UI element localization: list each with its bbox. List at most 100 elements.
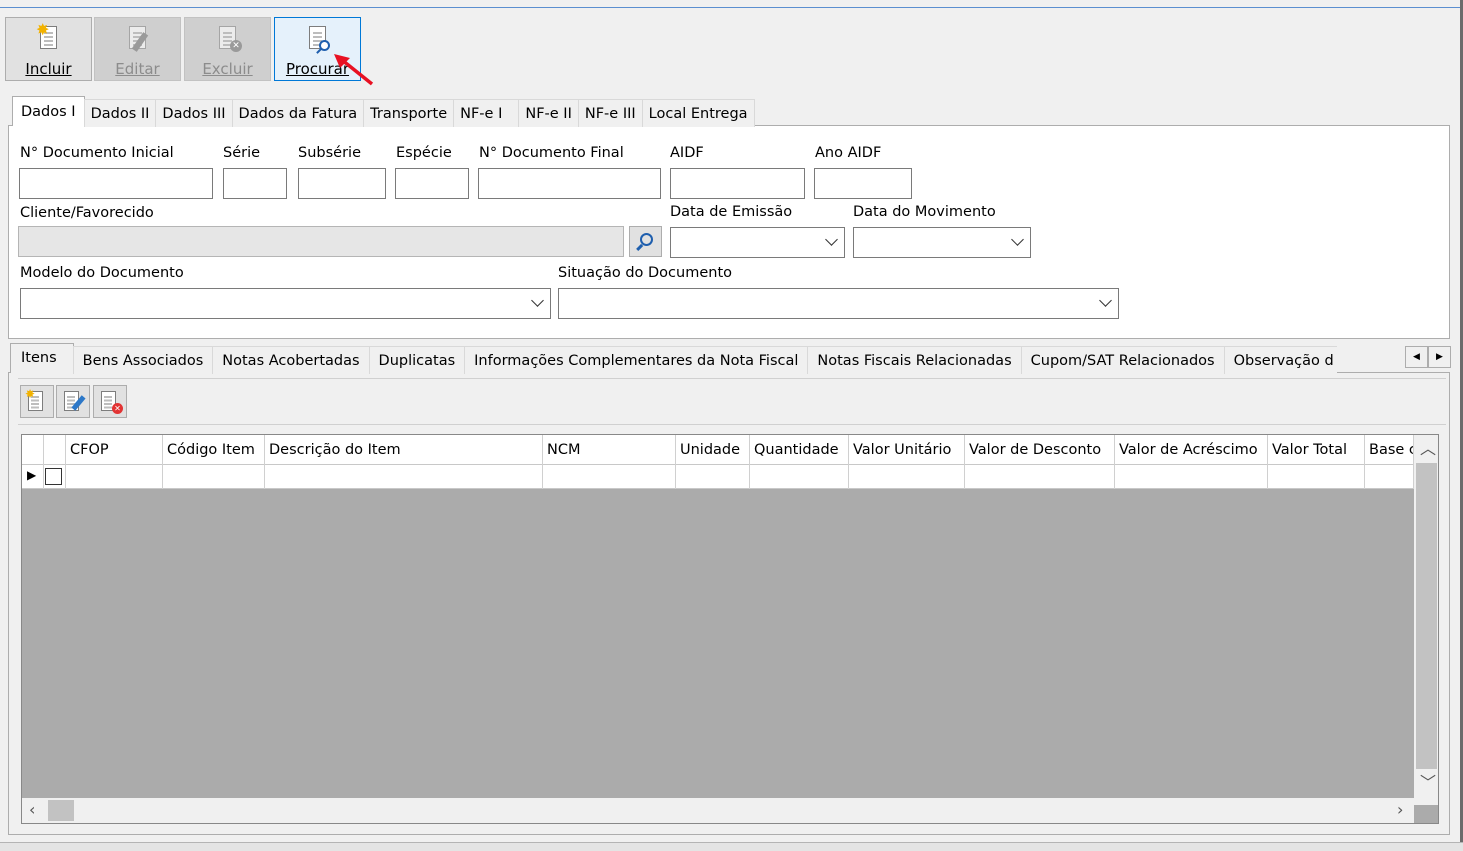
bottom-tabstrip: Itens Bens Associados Notas Acobertadas … (10, 343, 1337, 374)
tab-scroll-right-button[interactable]: ▶ (1428, 346, 1451, 368)
serie-label: Série (223, 145, 261, 161)
col-unidade[interactable]: Unidade (676, 435, 750, 465)
subserie-field[interactable] (298, 168, 386, 199)
tab-informacoes-complementares[interactable]: Informações Complementares da Nota Fisca… (464, 346, 809, 374)
tab-dados-iii[interactable]: Dados III (155, 99, 233, 127)
cliente-search-button[interactable] (629, 226, 662, 257)
scroll-left-icon[interactable]: ‹ (29, 802, 35, 818)
excluir-button[interactable]: ✕ Excluir (184, 17, 271, 81)
cell-base[interactable] (1365, 465, 1414, 489)
especie-field[interactable] (395, 168, 469, 199)
aidf-field[interactable] (670, 168, 805, 199)
tab-notas-acobertadas[interactable]: Notas Acobertadas (212, 346, 370, 374)
col-valor-unitario[interactable]: Valor Unitário (849, 435, 965, 465)
tab-local-entrega[interactable]: Local Entrega (641, 99, 755, 127)
col-valor-acrescimo[interactable]: Valor de Acréscimo (1115, 435, 1268, 465)
tab-scroll-left-button[interactable]: ◀ (1405, 346, 1428, 368)
top-tabstrip: Dados I Dados II Dados III Dados da Fatu… (12, 96, 755, 127)
vertical-scroll-thumb[interactable] (1416, 463, 1437, 769)
cell-descricao-item[interactable] (265, 465, 543, 489)
window-bottom-border (0, 842, 1463, 851)
new-document-icon: ✸ (36, 22, 62, 54)
scroll-up-icon[interactable]: ︿ (1420, 441, 1436, 457)
delete-item-button[interactable]: ✕ (93, 385, 127, 418)
tab-dados-fatura[interactable]: Dados da Fatura (231, 99, 365, 127)
itens-toolbar-separator (18, 378, 1446, 379)
grid-top-separator (18, 424, 1446, 425)
chevron-down-icon (825, 233, 838, 246)
cliente-favorecido-field[interactable] (18, 226, 624, 257)
col-valor-desconto[interactable]: Valor de Desconto (965, 435, 1115, 465)
tab-notas-fiscais-relacionadas[interactable]: Notas Fiscais Relacionadas (807, 346, 1022, 374)
tab-nfe-ii[interactable]: NF-e II (518, 99, 579, 127)
tab-bens-associados[interactable]: Bens Associados (72, 346, 214, 374)
ano-aidf-field[interactable] (814, 168, 912, 199)
current-row-icon: ▶ (27, 468, 37, 482)
chevron-down-icon (1099, 294, 1112, 307)
n-documento-inicial-field[interactable] (19, 168, 213, 199)
cell-valor-total[interactable] (1268, 465, 1365, 489)
col-base[interactable]: Base c (1365, 435, 1414, 465)
tab-itens[interactable]: Itens (10, 343, 74, 373)
cell-cfop[interactable] (66, 465, 163, 489)
row-header-cell (22, 435, 44, 465)
col-ncm[interactable]: NCM (543, 435, 676, 465)
scroll-down-icon[interactable]: ﹀ (1420, 775, 1436, 791)
row-checkbox[interactable] (45, 468, 62, 485)
cell-valor-desconto[interactable] (965, 465, 1115, 489)
tab-observacao[interactable]: Observação d (1223, 346, 1337, 374)
excluir-label: Excluir (202, 60, 253, 78)
modelo-documento-select[interactable] (20, 288, 551, 319)
col-quantidade[interactable]: Quantidade (750, 435, 849, 465)
window-top-border (0, 0, 1463, 8)
scroll-right-icon[interactable]: › (1397, 802, 1403, 818)
data-movimento-picker[interactable] (853, 227, 1031, 258)
subserie-label: Subsérie (298, 145, 361, 161)
ano-aidf-label: Ano AIDF (815, 145, 882, 161)
edit-document-icon (125, 24, 151, 54)
editar-button[interactable]: Editar (94, 17, 181, 81)
modelo-documento-label: Modelo do Documento (20, 265, 184, 281)
tab-scroll-arrows: ◀ ▶ (1405, 346, 1452, 368)
data-emissao-picker[interactable] (670, 227, 845, 258)
cell-codigo-item[interactable] (163, 465, 265, 489)
cell-valor-unitario[interactable] (849, 465, 965, 489)
tab-dados-ii[interactable]: Dados II (83, 99, 157, 127)
editar-label: Editar (115, 60, 160, 78)
incluir-label: Incluir (25, 60, 72, 78)
edit-item-button[interactable] (56, 385, 90, 418)
tab-transporte[interactable]: Transporte (363, 99, 455, 127)
horizontal-scroll-thumb[interactable] (48, 800, 74, 821)
data-emissao-label: Data de Emissão (670, 204, 793, 220)
n-documento-final-label: N° Documento Final (479, 145, 624, 161)
tab-dados-i[interactable]: Dados I (12, 96, 85, 126)
horizontal-scrollbar[interactable]: ‹ › (22, 798, 1414, 823)
col-codigo-item[interactable]: Código Item (163, 435, 265, 465)
add-item-button[interactable]: ✸ (20, 385, 54, 418)
cell-quantidade[interactable] (750, 465, 849, 489)
table-row[interactable]: ▶ (22, 465, 1414, 489)
situacao-documento-select[interactable] (558, 288, 1119, 319)
serie-field[interactable] (223, 168, 287, 199)
col-valor-total[interactable]: Valor Total (1268, 435, 1365, 465)
tab-nfe-i[interactable]: NF-e I (453, 99, 520, 127)
itens-grid[interactable]: CFOP Código Item Descrição do Item NCM U… (21, 434, 1439, 824)
tab-nfe-iii[interactable]: NF-e III (577, 99, 643, 127)
delete-document-icon: ✕ (215, 24, 242, 54)
tab-duplicatas[interactable]: Duplicatas (368, 346, 466, 374)
especie-label: Espécie (396, 145, 452, 161)
grid-header: CFOP Código Item Descrição do Item NCM U… (22, 435, 1414, 465)
cell-unidade[interactable] (676, 465, 750, 489)
tab-cupom-sat-relacionados[interactable]: Cupom/SAT Relacionados (1020, 346, 1225, 374)
chevron-down-icon (531, 294, 544, 307)
cell-ncm[interactable] (543, 465, 676, 489)
data-movimento-label: Data do Movimento (853, 204, 996, 220)
col-descricao-item[interactable]: Descrição do Item (265, 435, 543, 465)
vertical-scrollbar[interactable]: ︿ ﹀ (1414, 435, 1438, 805)
col-cfop[interactable]: CFOP (66, 435, 163, 465)
aidf-label: AIDF (670, 145, 704, 161)
cell-valor-acrescimo[interactable] (1115, 465, 1268, 489)
incluir-button[interactable]: ✸ Incluir (5, 17, 92, 81)
search-icon (640, 233, 653, 246)
n-documento-final-field[interactable] (478, 168, 661, 199)
